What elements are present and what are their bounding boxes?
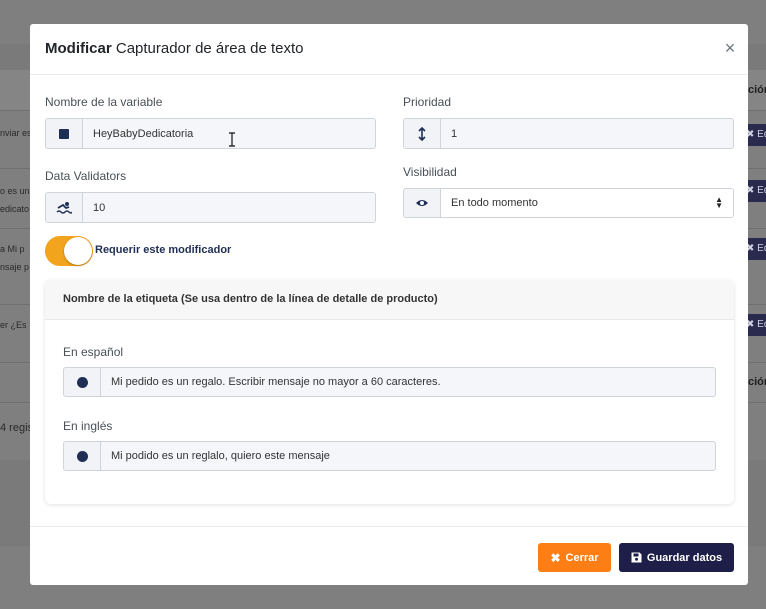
spanish-group [63,367,716,397]
visibility-addon [404,189,441,217]
bg-row-text: a Mi p [0,244,25,254]
visibility-select[interactable]: En todo momento ▲ ▼ [441,189,733,217]
bg-records-count: 4 regis [0,422,34,434]
priority-group [403,118,734,149]
bg-row-text: edicato [0,204,30,214]
modal-footer: ✖ Cerrar Guardar datos [30,526,748,585]
required-toggle-label: Requerir este modificador [95,244,232,256]
save-button[interactable]: Guardar datos [619,543,734,572]
spanish-label: En español [63,345,124,359]
select-arrows-icon: ▲ ▼ [715,195,723,210]
vertical-arrows-icon [418,126,426,141]
eye-icon [416,200,428,206]
circle-icon [76,450,88,462]
toggle-knob [64,237,92,265]
save-button-label: Guardar datos [646,551,723,564]
bg-column-heading: ción [748,84,766,96]
variable-name-group [45,118,376,149]
visibility-group: En todo momento ▲ ▼ [403,188,734,218]
variable-name-label: Nombre de la variable [45,95,163,109]
bg-column-heading: ción [748,376,766,388]
priority-addon [404,119,441,148]
modify-modal: Modificar Capturador de área de texto × … [30,24,748,585]
validators-addon [46,193,83,222]
required-toggle[interactable] [45,236,93,266]
data-validators-input[interactable] [83,193,375,222]
modal-header: Modificar Capturador de área de texto × [30,24,748,75]
close-button-label: Cerrar [565,551,599,564]
circle-icon [76,376,88,388]
data-validators-group [45,192,376,223]
bg-row-text: nsaje p [0,262,30,272]
visibility-label: Visibilidad [403,165,457,179]
bg-row-text: nviar es [0,128,32,138]
spanish-addon [64,368,101,396]
text-cursor-icon [229,132,235,147]
floppy-disk-icon [631,552,642,563]
english-tag-input[interactable] [101,442,715,470]
data-validators-label: Data Validators [45,169,127,183]
tag-name-card: Nombre de la etiqueta (Se usa dentro de … [45,280,734,504]
english-addon [64,442,101,470]
tag-card-title: Nombre de la etiqueta (Se usa dentro de … [63,293,438,305]
visibility-selected-value: En todo momento [451,197,538,209]
close-icon[interactable]: × [722,38,738,58]
spanish-tag-input[interactable] [101,368,715,396]
modal-title-subject: Capturador de área de texto [111,40,304,57]
modal-title-action: Modificar [45,40,112,57]
priority-input[interactable] [441,119,733,148]
tag-card-header: Nombre de la etiqueta (Se usa dentro de … [45,280,734,320]
swimmer-icon [56,202,72,214]
variable-addon [46,119,83,148]
bg-row-text: er ¿Es [0,320,27,330]
bg-row-text: o es un [0,186,30,196]
english-label: En inglés [63,419,113,433]
square-icon [59,128,69,139]
english-group [63,441,716,471]
priority-label: Prioridad [403,95,452,109]
modal-title: Modificar Capturador de área de texto [45,40,303,57]
x-icon: ✖ [550,550,561,565]
close-button[interactable]: ✖ Cerrar [538,543,611,572]
